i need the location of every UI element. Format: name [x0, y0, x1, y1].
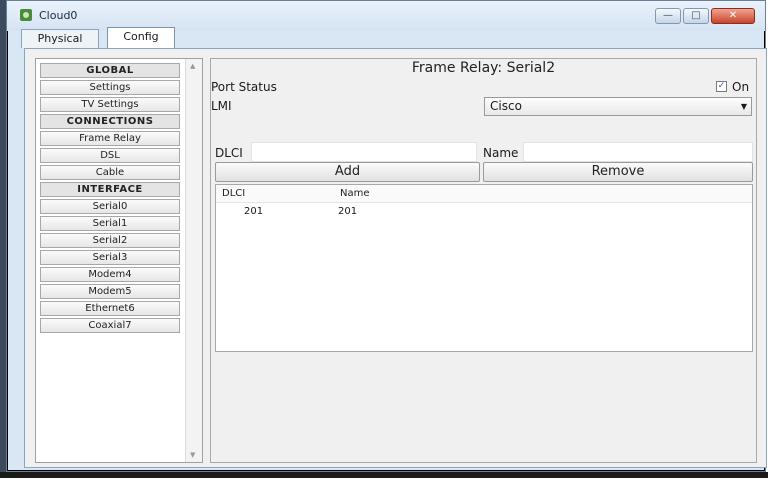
sidebar-item-settings[interactable]: Settings: [40, 80, 180, 95]
name-input[interactable]: [523, 142, 753, 162]
sidebar-item-serial2[interactable]: Serial2: [40, 233, 180, 248]
dlci-input[interactable]: [251, 142, 477, 162]
add-button[interactable]: Add: [215, 162, 480, 182]
chevron-down-icon: ▼: [740, 102, 747, 111]
cloud-window: Cloud0 — □ ✕ Physical Config GLOBAL Sett…: [6, 0, 767, 472]
sidebar-item-ethernet6[interactable]: Ethernet6: [40, 301, 180, 316]
sidebar-item-tv-settings[interactable]: TV Settings: [40, 97, 180, 112]
lmi-selected-value: Cisco: [490, 99, 522, 113]
sidebar-item-modem5[interactable]: Modem5: [40, 284, 180, 299]
remove-button[interactable]: Remove: [483, 162, 753, 182]
sidebar-item-serial0[interactable]: Serial0: [40, 199, 180, 214]
window-title: Cloud0: [39, 9, 78, 22]
lmi-label: LMI: [211, 99, 232, 113]
dlci-label: DLCI: [215, 146, 243, 160]
sidebar-scrollbar[interactable]: ▲ ▼: [185, 59, 202, 462]
cloud-app-icon: [20, 9, 32, 21]
panel-title: Frame Relay: Serial2: [411, 60, 556, 76]
column-header-name[interactable]: Name: [340, 185, 370, 202]
table-header: DLCI Name: [216, 185, 752, 203]
dlci-table: DLCI Name 201 201: [215, 184, 753, 352]
scroll-down-icon[interactable]: ▼: [190, 451, 195, 459]
scroll-up-icon[interactable]: ▲: [190, 62, 195, 70]
sidebar-header-connections: CONNECTIONS: [40, 114, 180, 129]
port-on-checkbox[interactable]: ✓: [716, 81, 727, 92]
maximize-button[interactable]: □: [683, 8, 709, 24]
sidebar-item-dsl[interactable]: DSL: [40, 148, 180, 163]
sidebar-item-cable[interactable]: Cable: [40, 165, 180, 180]
name-label: Name: [483, 146, 519, 160]
sidebar-item-modem4[interactable]: Modem4: [40, 267, 180, 282]
table-cell-dlci: 201: [244, 206, 264, 217]
sidebar-item-serial1[interactable]: Serial1: [40, 216, 180, 231]
sidebar-header-global: GLOBAL: [40, 63, 180, 78]
tab-physical[interactable]: Physical: [21, 29, 99, 48]
config-content: GLOBAL Settings TV Settings CONNECTIONS …: [24, 48, 767, 468]
minimize-button[interactable]: —: [655, 8, 681, 24]
frame-relay-panel: Frame Relay: Serial2 Port Status ✓ On LM…: [210, 58, 757, 463]
sidebar-item-coaxial7[interactable]: Coaxial7: [40, 318, 180, 333]
sidebar-header-interface: INTERFACE: [40, 182, 180, 197]
table-cell-name: 201: [338, 206, 358, 217]
config-sidebar-list: GLOBAL Settings TV Settings CONNECTIONS …: [35, 58, 203, 463]
bottom-window-edge: [0, 472, 768, 478]
sidebar-item-frame-relay[interactable]: Frame Relay: [40, 131, 180, 146]
sidebar-item-serial3[interactable]: Serial3: [40, 250, 180, 265]
port-on-label: On: [732, 80, 750, 94]
lmi-select[interactable]: Cisco ▼: [484, 97, 752, 116]
close-button[interactable]: ✕: [711, 8, 755, 24]
port-status-label: Port Status: [211, 80, 277, 94]
column-header-dlci[interactable]: DLCI: [222, 185, 245, 202]
tab-config[interactable]: Config: [107, 27, 175, 48]
